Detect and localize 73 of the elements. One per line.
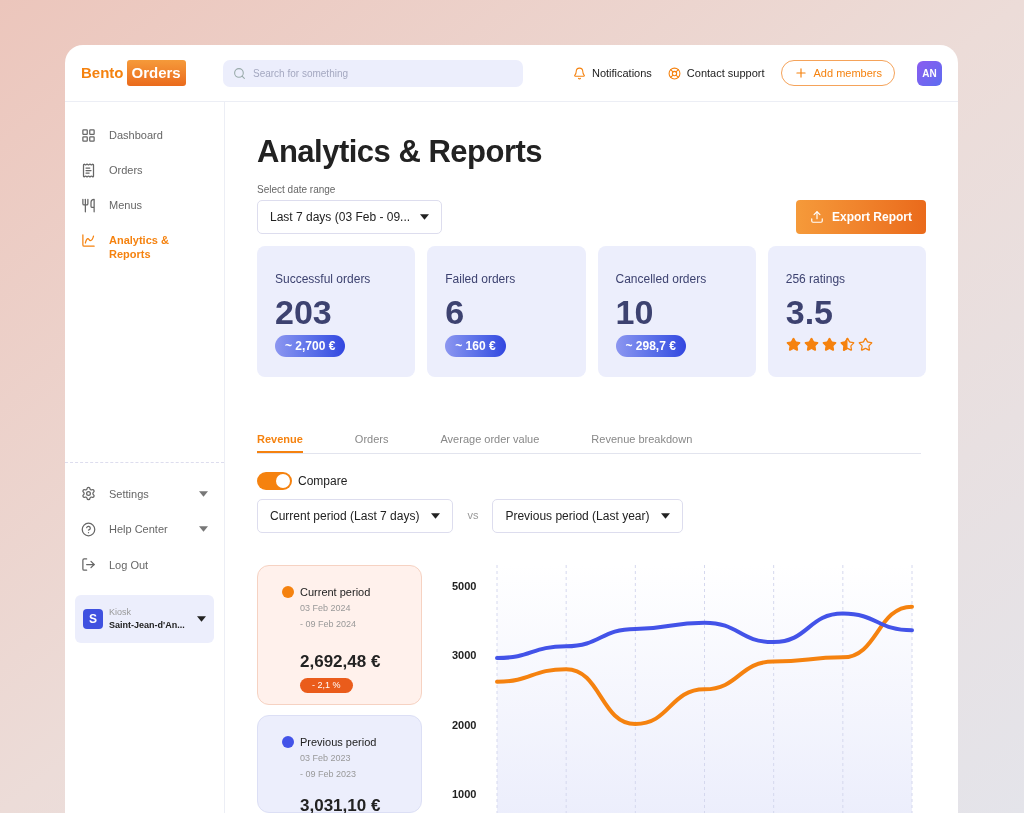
tab[interactable]: Revenue breakdown	[591, 431, 693, 453]
sidebar-item[interactable]: Dashboard	[65, 120, 224, 151]
date-text: - 09 Feb 2023	[300, 767, 358, 781]
grid-icon	[81, 128, 96, 143]
bell-icon	[572, 66, 586, 80]
stat-label: Failed orders	[445, 271, 517, 288]
date-text: - 09 Feb 2024	[300, 617, 358, 631]
amount-pill: ~ 298,7 €	[615, 335, 686, 357]
period-select[interactable]: Previous period (Last year)	[492, 498, 684, 533]
cutlery-icon	[81, 198, 96, 213]
caret-icon	[661, 512, 671, 519]
stat-value: 6	[445, 292, 466, 332]
workspace-badge: S	[83, 609, 103, 629]
upload-icon	[810, 210, 824, 224]
period-total: 2,692,48 €	[300, 651, 382, 673]
stat-label: 256 ratings	[785, 271, 847, 288]
tab[interactable]: Average order value	[440, 431, 540, 453]
compare-toggle[interactable]	[257, 471, 292, 490]
plus-icon	[793, 66, 808, 80]
star-icon	[821, 337, 837, 352]
lifebuoy-icon	[667, 66, 681, 80]
caret-icon	[199, 490, 208, 497]
sidebar-item[interactable]: Orders	[65, 155, 224, 186]
search-icon	[233, 66, 246, 80]
help-icon	[81, 521, 96, 537]
stat-value: 3.5	[785, 292, 834, 332]
line-chart-icon	[81, 233, 96, 248]
period-select[interactable]: Current period (Last 7 days)	[257, 498, 454, 533]
page-title: Analytics & Reports	[257, 134, 544, 170]
field-label: Select date range	[257, 183, 337, 197]
date-text: 03 Feb 2023	[300, 752, 352, 765]
stat-value: 203	[275, 292, 333, 332]
avatar[interactable]: AN	[917, 60, 942, 86]
toggle-label: Compare	[298, 472, 348, 490]
axis-label: 1000	[452, 787, 477, 800]
star-icon	[803, 337, 819, 352]
half-star-icon	[839, 337, 855, 352]
caret-icon	[199, 526, 208, 533]
stat-label: Successful orders	[275, 271, 372, 288]
logout-icon	[81, 557, 96, 573]
sidebar-item[interactable]: Menus	[65, 190, 224, 221]
tab[interactable]: Orders	[354, 431, 389, 453]
sidebar-item[interactable]: Settings	[65, 476, 224, 511]
empty-star-icon	[857, 337, 873, 352]
workspace-switcher[interactable]: S Kiosk Saint-Jean-d'An...	[75, 595, 214, 643]
sidebar-item[interactable]: Help Center	[65, 512, 224, 547]
header-link[interactable]: Contact support	[667, 64, 765, 82]
legend-title: Current period	[300, 584, 371, 600]
axis-label: 3000	[452, 648, 477, 661]
stat-label: Cancelled orders	[615, 271, 708, 288]
stat-value: 10	[615, 292, 655, 332]
settings-icon	[81, 486, 96, 502]
amount-pill: ~ 2,700 €	[275, 335, 346, 357]
caret-icon	[420, 214, 430, 220]
axis-label: 2000	[452, 718, 477, 731]
legend-title: Previous period	[300, 734, 377, 750]
caret-icon	[197, 616, 206, 622]
header-link[interactable]: Notifications	[572, 64, 652, 82]
period-total: 3,031,10 €	[300, 795, 382, 813]
date-range-select[interactable]: Last 7 days (03 Feb - 09...	[257, 200, 443, 234]
amount-pill: ~ 160 €	[445, 335, 506, 357]
sidebar-item[interactable]: Log Out	[65, 547, 224, 582]
star-icon	[785, 337, 801, 352]
logo: Bento Orders	[81, 59, 211, 87]
axis-label: 5000	[452, 579, 477, 592]
date-text: 03 Feb 2024	[300, 602, 352, 615]
caret-icon	[431, 512, 441, 519]
workspace-type: Kiosk	[109, 605, 132, 619]
vs-label: vs	[467, 508, 479, 524]
change-pill: - 2,1 %	[300, 677, 353, 693]
search-field[interactable]: Search for something	[223, 59, 523, 87]
workspace-name: Saint-Jean-d'An...	[109, 619, 186, 632]
list-icon	[81, 163, 96, 178]
